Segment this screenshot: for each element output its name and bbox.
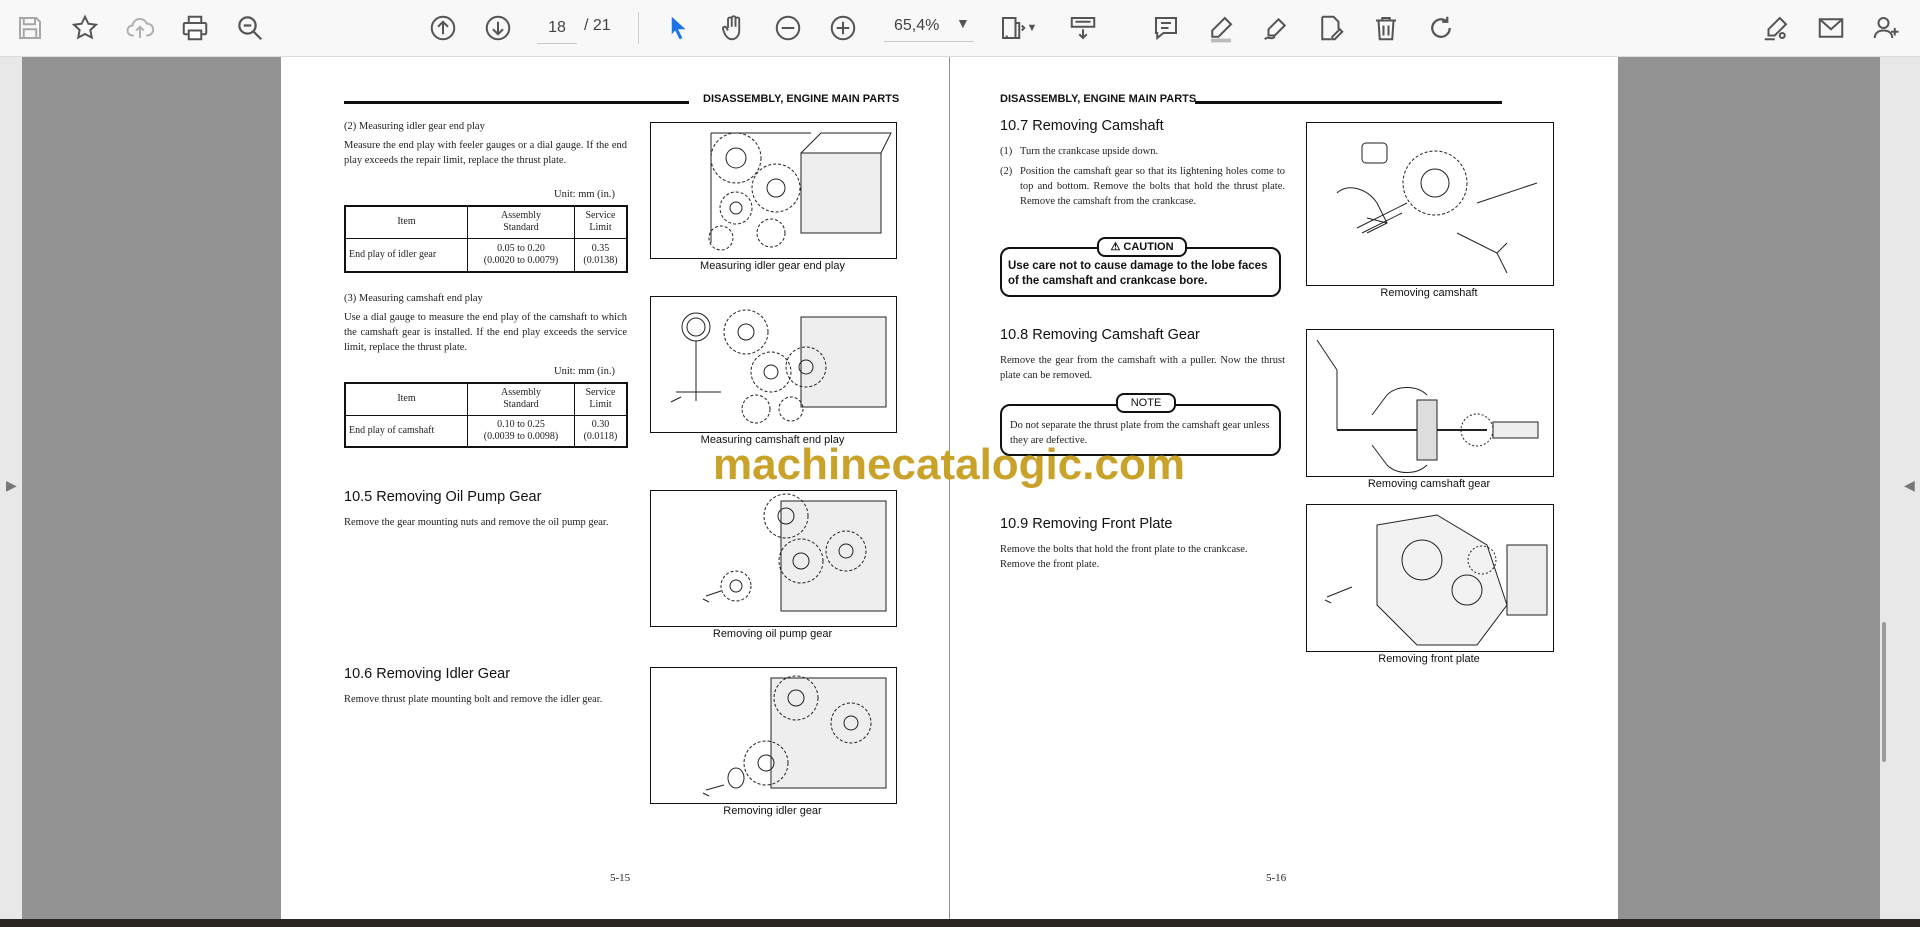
section-title: (3) Measuring camshaft end play: [344, 293, 483, 304]
hand-tool-icon[interactable]: [715, 10, 751, 46]
section-title: (2) Measuring idler gear end play: [344, 121, 485, 132]
page-total: / 21: [584, 17, 611, 34]
section-body: Remove the bolts that hold the front pla…: [1000, 544, 1248, 570]
section-body: Use a dial gauge to measure the end play…: [344, 312, 627, 353]
user-account-icon[interactable]: [1868, 10, 1904, 46]
figure-caption: Measuring idler gear end play: [700, 260, 845, 272]
vertical-scrollbar[interactable]: [1882, 622, 1886, 762]
warning-triangle-icon: ⚠: [1110, 241, 1121, 253]
figure-caption: Removing idler gear: [723, 805, 822, 817]
table-header: Service Limit: [574, 382, 628, 416]
figure-caption: Removing camshaft gear: [1367, 478, 1491, 490]
table-header: Item: [344, 382, 468, 416]
zoom-level-value: 65,4%: [894, 17, 940, 34]
header-rule: [344, 101, 689, 104]
page-number-input[interactable]: [537, 13, 577, 44]
expand-left-icon: ◀: [1904, 477, 1915, 493]
next-page-icon[interactable]: [480, 10, 516, 46]
caution-text: Use care not to cause damage to the lobe…: [1008, 260, 1268, 287]
table-cell: End play of idler gear: [344, 237, 468, 273]
unit-label: Unit: mm (in.): [554, 366, 615, 377]
bookmark-star-icon[interactable]: [67, 10, 103, 46]
draw-freehand-icon[interactable]: [1258, 10, 1294, 46]
figure-camshaft-endplay: [650, 296, 897, 433]
figure-caption: Removing camshaft: [1380, 287, 1478, 299]
expand-right-icon: ▶: [6, 477, 17, 493]
email-envelope-icon[interactable]: [1813, 10, 1849, 46]
toolbar-divider: [638, 12, 639, 44]
section-body: Remove the gear mounting nuts and remove…: [344, 517, 609, 528]
print-icon[interactable]: [177, 10, 213, 46]
rotate-redo-icon[interactable]: [1423, 10, 1459, 46]
section-heading: 10.7 Removing Camshaft: [1000, 118, 1164, 134]
zoom-search-icon[interactable]: [232, 10, 268, 46]
select-cursor-icon[interactable]: [660, 10, 696, 46]
section-body: Remove the gear from the camshaft with a…: [1000, 355, 1285, 381]
watermark-text: machinecatalogic.com: [713, 440, 1185, 489]
page-header: DISASSEMBLY, ENGINE MAIN PARTS: [703, 93, 900, 105]
spec-table-idler: Item Assembly Standard Service Limit End p…: [344, 205, 628, 273]
figure-idler-gear: [650, 122, 897, 259]
edit-document-icon[interactable]: [1313, 10, 1349, 46]
previous-page-icon[interactable]: [425, 10, 461, 46]
table-cell: End play of camshaft: [344, 414, 468, 448]
section-heading: 10.6 Removing Idler Gear: [344, 666, 511, 682]
table-cell: 0.35 (0.0138): [574, 237, 628, 273]
table-cell: 0.30 (0.0118): [574, 414, 628, 448]
comment-icon[interactable]: [1148, 10, 1184, 46]
sign-pen-icon[interactable]: [1758, 10, 1794, 46]
figure-removing-camshaft-gear: [1306, 329, 1554, 477]
page-header: DISASSEMBLY, ENGINE MAIN PARTS: [1000, 93, 1197, 105]
zoom-out-icon[interactable]: [770, 10, 806, 46]
delete-trash-icon[interactable]: [1368, 10, 1404, 46]
note-badge: NOTE: [1116, 393, 1176, 413]
table-header: Service Limit: [574, 205, 628, 239]
left-panel-toggle[interactable]: ▶: [0, 57, 22, 919]
figure-caption: Removing oil pump gear: [712, 628, 833, 640]
table-cell: 0.10 to 0.25 (0.0039 to 0.0098): [467, 414, 575, 448]
figure-removing-camshaft: [1306, 122, 1554, 286]
table-header: Item: [344, 205, 468, 239]
table-header: Assembly Standard: [467, 382, 575, 416]
zoom-in-icon[interactable]: [825, 10, 861, 46]
chevron-down-icon: ▼: [956, 15, 970, 31]
page-number: 5-15: [610, 872, 631, 884]
header-rule: [1195, 101, 1502, 104]
toolbar: / 21 65,4% ▼ ▼: [0, 0, 1920, 57]
caution-badge: ⚠ CAUTION: [1097, 237, 1187, 257]
right-panel-toggle[interactable]: ◀: [1880, 57, 1920, 919]
figure-idler-gear-removal: [650, 667, 897, 804]
scroll-mode-icon[interactable]: [1065, 10, 1101, 46]
unit-label: Unit: mm (in.): [554, 189, 615, 200]
table-header: Assembly Standard: [467, 205, 575, 239]
spec-table-camshaft: Item Assembly Standard Service Limit End p…: [344, 382, 628, 448]
section-body: Remove thrust plate mounting bolt and re…: [344, 694, 603, 705]
chevron-down-icon[interactable]: ▼: [1022, 10, 1042, 46]
taskbar-edge: [0, 919, 1920, 927]
table-cell: 0.05 to 0.20 (0.0020 to 0.0079): [467, 237, 575, 273]
highlight-pen-icon[interactable]: [1203, 10, 1239, 46]
section-heading: 10.9 Removing Front Plate: [1000, 516, 1173, 532]
figure-caption: Removing front plate: [1378, 653, 1480, 665]
zoom-level-select[interactable]: 65,4% ▼: [884, 13, 974, 42]
figure-oil-pump-gear: [650, 490, 897, 627]
section-heading: 10.5 Removing Oil Pump Gear: [344, 489, 542, 505]
save-icon[interactable]: [12, 10, 48, 46]
cloud-upload-icon[interactable]: [122, 10, 158, 46]
figure-removing-front-plate: [1306, 504, 1554, 652]
page-number: 5-16: [1266, 872, 1287, 884]
section-heading: 10.8 Removing Camshaft Gear: [1000, 327, 1200, 343]
section-body: Measure the end play with feeler gauges …: [344, 140, 627, 166]
numbered-step: (2) Position the camshaft gear so that i…: [1000, 166, 1285, 207]
